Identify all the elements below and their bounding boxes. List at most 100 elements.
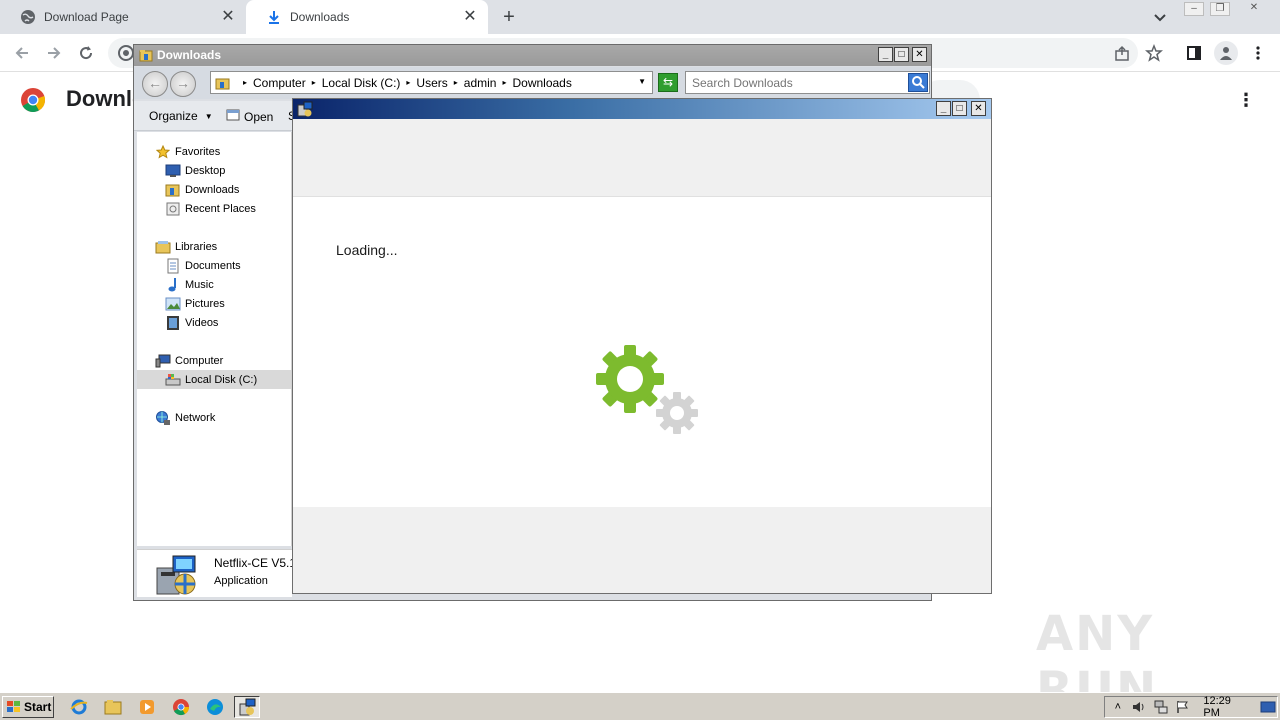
address-dropdown-icon[interactable]: ▼ — [638, 77, 646, 86]
profile-avatar-icon[interactable] — [1214, 41, 1238, 65]
breadcrumb[interactable]: ▸ Computer ▸ Local Disk (C:) ▸ Users ▸ admin… — [210, 71, 653, 94]
nav-documents[interactable]: Documents — [165, 256, 241, 275]
nav-recent-places[interactable]: Recent Places — [165, 199, 256, 218]
nav-label: Local Disk (C:) — [185, 373, 258, 386]
nav-label: Downloads — [185, 183, 240, 196]
internet-explorer-icon[interactable] — [66, 696, 92, 718]
network-status-icon[interactable] — [1152, 699, 1170, 715]
action-center-flag-icon[interactable] — [1174, 699, 1192, 715]
tab-title: Download Page — [44, 10, 129, 24]
chevron-down-icon[interactable] — [1152, 9, 1168, 25]
side-panel-icon[interactable] — [1184, 43, 1204, 63]
new-tab-button[interactable]: + — [499, 7, 519, 27]
bookmark-star-icon[interactable] — [1144, 43, 1164, 63]
videos-icon — [165, 315, 181, 331]
volume-icon[interactable] — [1131, 699, 1149, 715]
nav-label: Recent Places — [185, 202, 256, 215]
breadcrumb-separator-icon[interactable]: ▸ — [243, 78, 247, 87]
nav-downloads[interactable]: Downloads — [165, 180, 239, 199]
reload-icon[interactable] — [76, 43, 96, 63]
close-button[interactable]: ✕ — [912, 47, 927, 62]
open-icon — [226, 109, 240, 124]
installer-window: _ □ ✕ Loading... — [292, 98, 992, 594]
close-window-button[interactable]: ✕ — [1244, 2, 1264, 16]
maximize-button[interactable]: □ — [952, 101, 967, 116]
show-hidden-icons-icon[interactable]: ˄ — [1109, 699, 1127, 715]
tab-download-page[interactable]: Download Page ✕ — [0, 0, 246, 34]
breadcrumb-item[interactable]: Local Disk (C:) — [322, 76, 401, 90]
nav-computer[interactable]: Computer — [155, 351, 223, 370]
pictures-icon — [165, 296, 181, 312]
breadcrumb-separator-icon[interactable]: ▸ — [502, 78, 506, 87]
navigation-pane: Favorites Desktop Downloads Recent Place… — [137, 132, 292, 546]
nav-libraries[interactable]: Libraries — [155, 237, 217, 256]
loading-gears-icon — [591, 343, 701, 437]
forward-arrow-icon[interactable] — [44, 43, 64, 63]
breadcrumb-separator-icon[interactable]: ▸ — [312, 78, 316, 87]
tab-title: Downloads — [290, 10, 350, 24]
chevron-down-icon: ▼ — [204, 111, 213, 121]
downloads-folder-icon — [165, 182, 181, 198]
installer-icon — [297, 101, 313, 117]
media-player-icon[interactable] — [134, 696, 160, 718]
globe-icon — [20, 9, 36, 25]
back-button[interactable]: ← — [142, 71, 168, 97]
start-button[interactable]: Start — [2, 696, 54, 718]
chrome-taskbar-icon[interactable] — [168, 696, 194, 718]
refresh-icon[interactable]: ⇆ — [658, 73, 678, 92]
nav-videos[interactable]: Videos — [165, 313, 218, 332]
nav-music[interactable]: Music — [165, 275, 214, 294]
tab-downloads[interactable]: Downloads ✕ — [246, 0, 488, 34]
nav-local-disk[interactable]: Local Disk (C:) — [137, 370, 291, 389]
nav-desktop[interactable]: Desktop — [165, 161, 225, 180]
close-tab-icon[interactable]: ✕ — [220, 9, 236, 25]
back-arrow-icon[interactable] — [12, 43, 32, 63]
chrome-menu-icon[interactable] — [1248, 43, 1268, 63]
minimize-button[interactable]: _ — [878, 47, 893, 62]
nav-favorites[interactable]: Favorites — [155, 142, 220, 161]
libraries-icon — [155, 239, 171, 255]
star-icon — [155, 144, 171, 160]
forward-button[interactable]: → — [170, 71, 196, 97]
system-tray: ˄ 12:29 PM — [1104, 695, 1278, 719]
minimize-window-button[interactable]: – — [1184, 2, 1204, 16]
search-input[interactable] — [686, 72, 904, 93]
share-icon[interactable] — [1112, 43, 1132, 63]
installer-taskbar-icon[interactable] — [234, 696, 260, 718]
loading-text: Loading... — [336, 242, 398, 258]
nav-label: Libraries — [175, 240, 218, 253]
minimize-button[interactable]: _ — [936, 101, 951, 116]
details-pane: Netflix-CE V5.1 Application — [137, 549, 296, 597]
installer-titlebar[interactable]: _ □ ✕ — [293, 99, 991, 119]
organize-label: Organize — [149, 109, 198, 123]
nav-pictures[interactable]: Pictures — [165, 294, 225, 313]
breadcrumb-separator-icon[interactable]: ▸ — [406, 78, 410, 87]
show-desktop-icon[interactable] — [1259, 699, 1277, 715]
open-button[interactable]: Open — [226, 109, 273, 124]
restore-window-button[interactable]: ❐ — [1210, 2, 1230, 16]
organize-menu[interactable]: Organize ▼ — [149, 109, 213, 123]
nav-network[interactable]: Network — [155, 408, 215, 427]
file-type: Application — [214, 575, 268, 587]
explorer-taskbar-icon[interactable] — [100, 696, 126, 718]
breadcrumb-item[interactable]: Computer — [253, 76, 306, 90]
music-note-icon — [165, 277, 181, 293]
search-icon[interactable] — [908, 73, 928, 92]
breadcrumb-separator-icon[interactable]: ▸ — [454, 78, 458, 87]
breadcrumb-item[interactable]: Users — [416, 76, 447, 90]
folder-icon — [215, 75, 231, 91]
nav-label: Network — [175, 411, 216, 424]
page-menu-icon[interactable]: ⋮ — [1236, 90, 1256, 110]
chrome-logo-icon — [20, 87, 46, 113]
close-tab-icon[interactable]: ✕ — [462, 9, 478, 25]
start-label: Start — [24, 700, 52, 714]
explorer-titlebar[interactable]: Downloads _ □ ✕ — [134, 45, 931, 66]
close-button[interactable]: ✕ — [971, 101, 986, 116]
breadcrumb-item[interactable]: admin — [464, 76, 497, 90]
desktop-icon — [165, 163, 181, 179]
breadcrumb-item[interactable]: Downloads — [512, 76, 571, 90]
installer-footer — [293, 507, 991, 593]
maximize-button[interactable]: □ — [894, 47, 909, 62]
search-field[interactable] — [685, 71, 930, 94]
edge-taskbar-icon[interactable] — [202, 696, 228, 718]
